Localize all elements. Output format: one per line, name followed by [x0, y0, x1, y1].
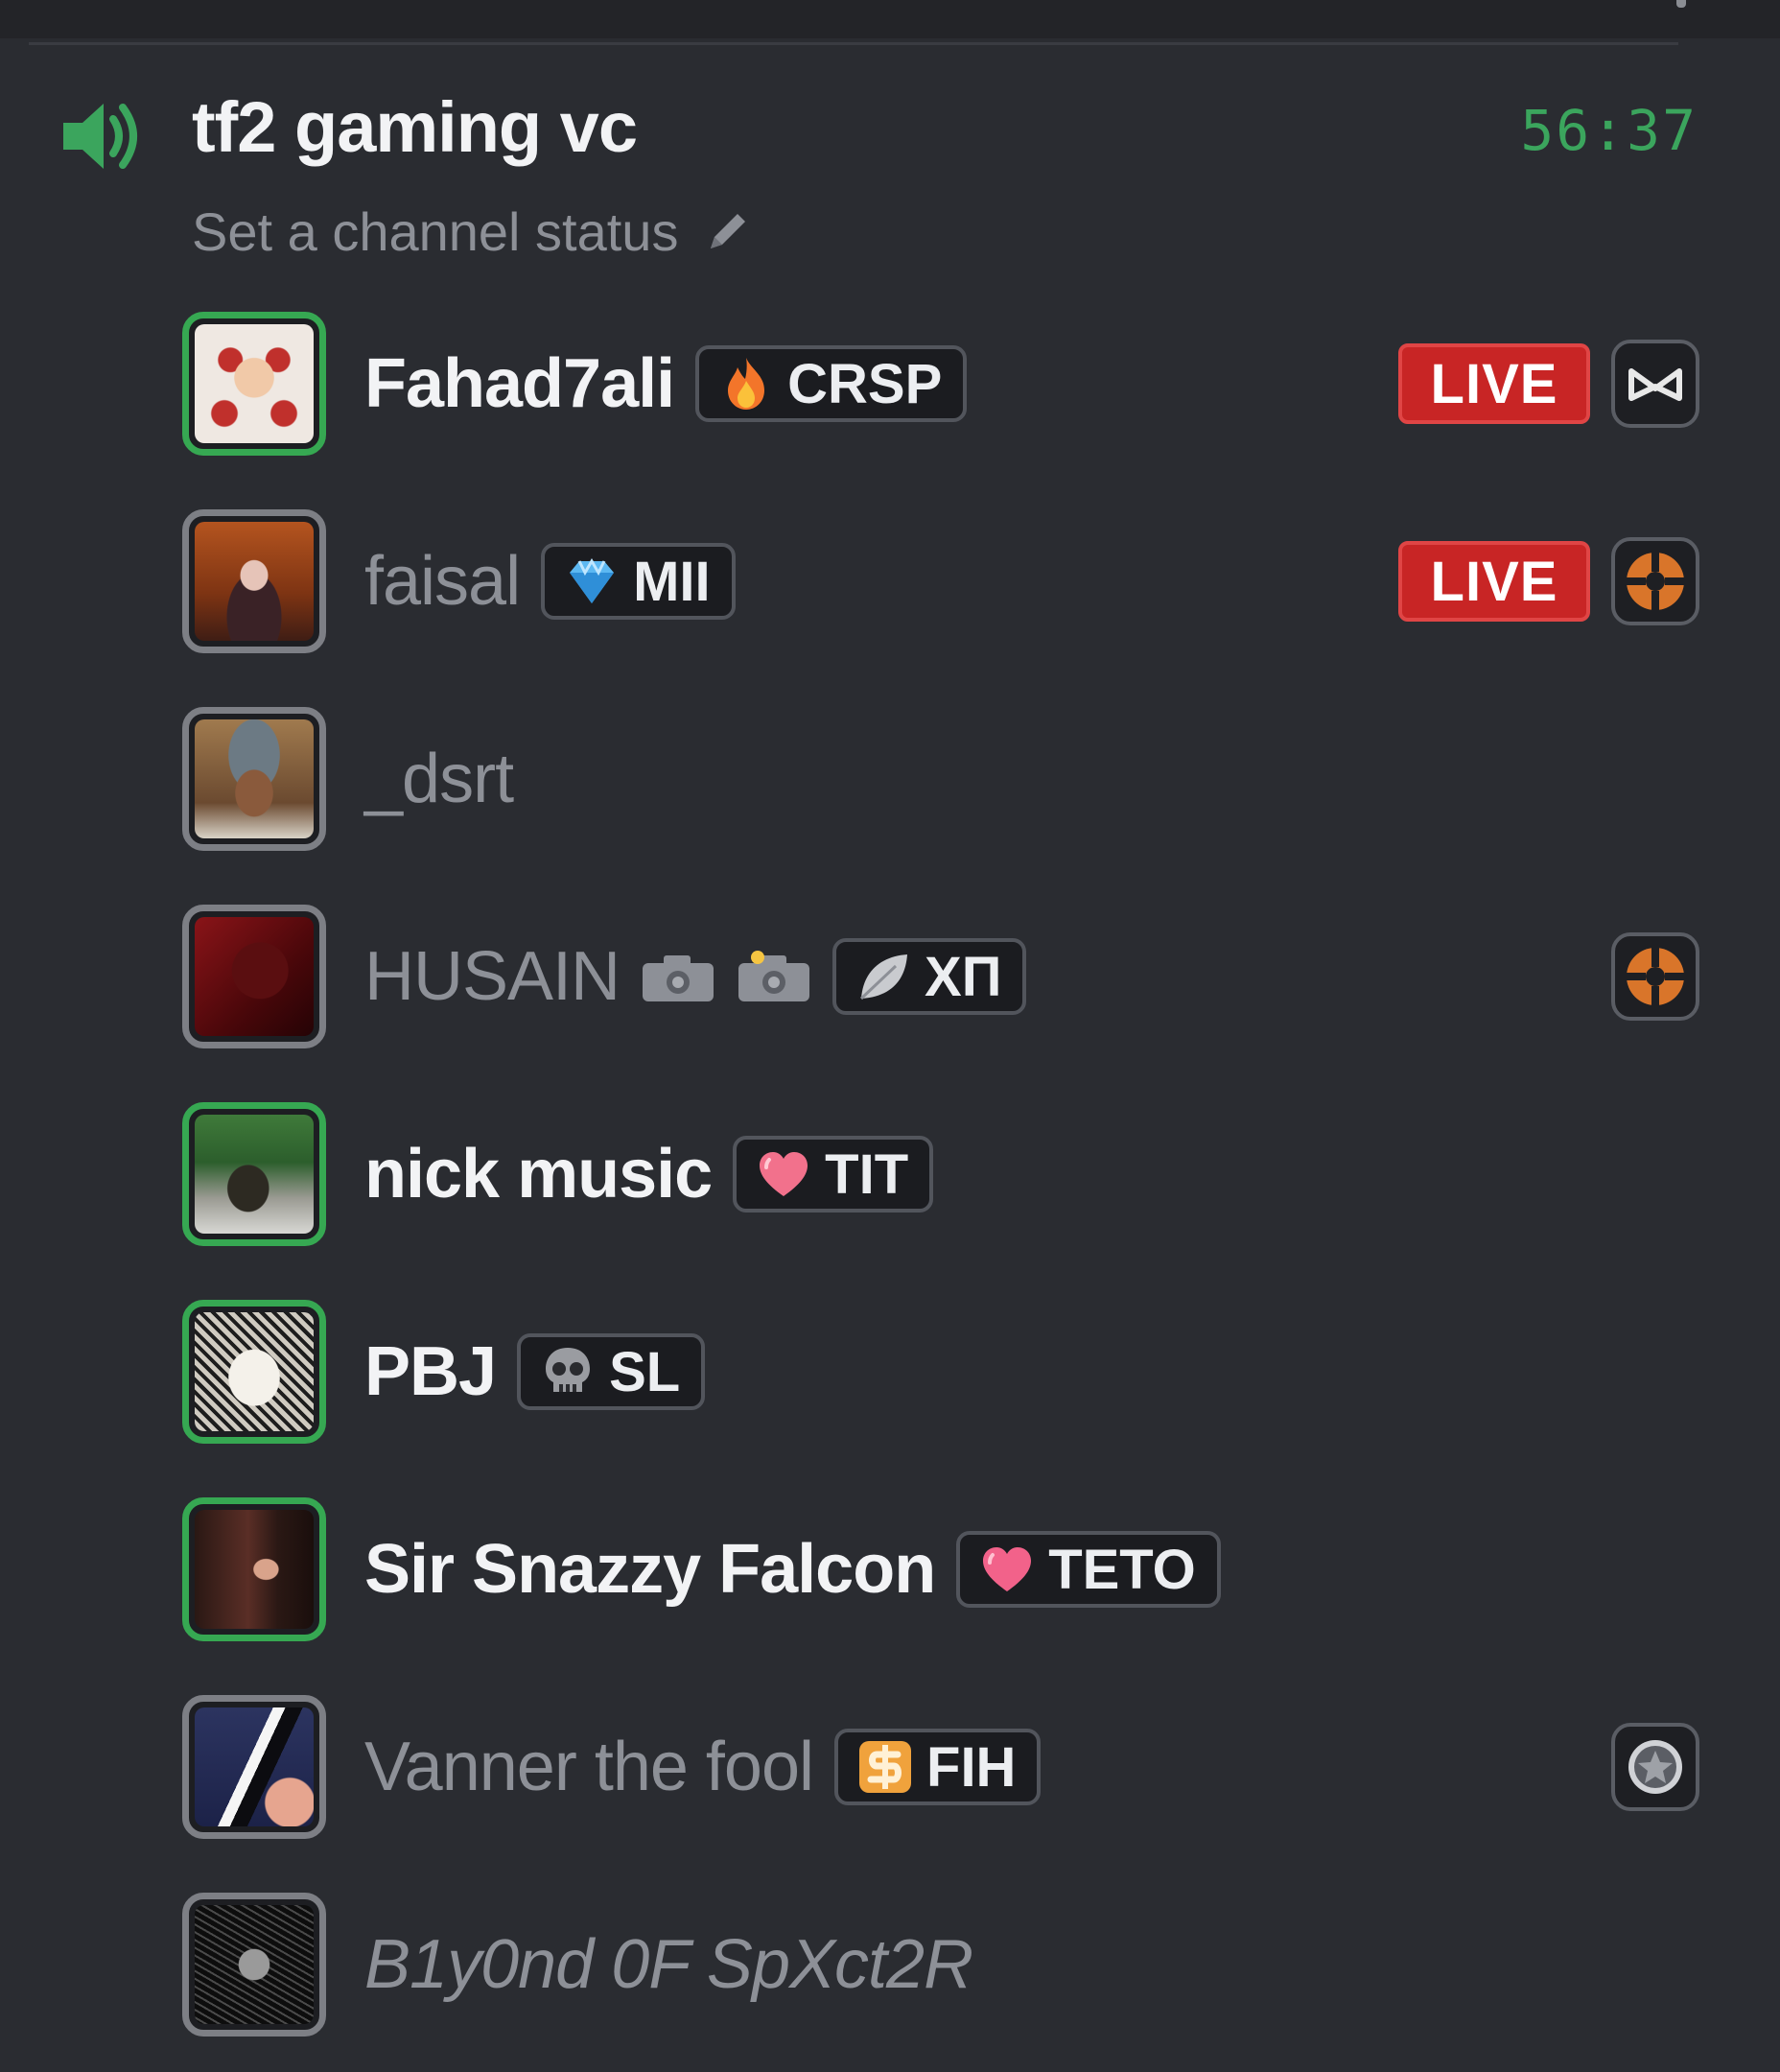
camera-icon [643, 955, 714, 1001]
avatar[interactable] [182, 1695, 326, 1839]
tf2-logo-icon[interactable] [1611, 537, 1699, 625]
voice-member[interactable]: Sir Snazzy Falcon TETO [0, 1493, 1780, 1646]
voice-member[interactable]: Vanner the fool FIH [0, 1690, 1780, 1844]
voice-member[interactable]: HUSAIN XП [0, 900, 1780, 1053]
section-divider [29, 42, 1678, 45]
speaker-active-icon [54, 88, 150, 184]
avatar[interactable] [182, 1102, 326, 1246]
member-name: faisal [364, 543, 521, 620]
skull-icon [546, 1348, 591, 1392]
member-name: HUSAIN [364, 938, 621, 1015]
mask-activity-icon[interactable] [1611, 340, 1699, 428]
guild-tag-label: XП [925, 945, 1002, 1008]
channel-name: tf2 gaming vc [192, 87, 638, 167]
member-name: Sir Snazzy Falcon [364, 1531, 936, 1608]
dollar-icon [859, 1741, 912, 1793]
voice-member[interactable]: nick music TIT [0, 1097, 1780, 1251]
steam-activity-icon[interactable] [1611, 1723, 1699, 1811]
guild-tag-label: TETO [1048, 1538, 1196, 1601]
member-name: PBJ [364, 1333, 497, 1410]
guild-tag[interactable]: SL [517, 1333, 706, 1410]
tf2-logo-icon[interactable] [1611, 932, 1699, 1021]
pencil-icon [701, 204, 755, 258]
member-name: Fahad7ali [364, 345, 675, 422]
leaf-icon [860, 954, 908, 1001]
scroll-indicator [1676, 0, 1686, 8]
camera-icon [738, 951, 810, 1001]
guild-tag[interactable]: FIH [834, 1729, 1042, 1805]
member-name: Vanner the fool [364, 1729, 814, 1805]
heart-icon [983, 1547, 1032, 1591]
avatar[interactable] [182, 1497, 326, 1641]
guild-tag-label: MII [633, 550, 711, 613]
avatar[interactable] [182, 1300, 326, 1444]
voice-member[interactable]: B1y0nd 0F SpXct2R [0, 1888, 1780, 2041]
voice-member[interactable]: PBJ SL [0, 1295, 1780, 1448]
voice-member[interactable]: Fahad7ali CRSP LIVE [0, 307, 1780, 460]
guild-tag[interactable]: XП [832, 938, 1027, 1015]
guild-tag[interactable]: TIT [733, 1136, 934, 1213]
guild-tag-label: TIT [825, 1142, 909, 1206]
guild-tag-label: SL [609, 1340, 681, 1403]
live-badge[interactable]: LIVE [1398, 343, 1590, 424]
avatar[interactable] [182, 312, 326, 456]
guild-tag[interactable]: MII [541, 543, 736, 620]
avatar[interactable] [182, 905, 326, 1048]
heart-icon [760, 1152, 808, 1196]
voice-member[interactable]: _dsrt [0, 702, 1780, 856]
guild-tag-label: FIH [926, 1735, 1017, 1799]
member-name: B1y0nd 0F SpXct2R [364, 1926, 973, 2003]
set-channel-status-button[interactable]: Set a channel status [192, 198, 755, 265]
voice-member[interactable]: faisal MII LIVE [0, 505, 1780, 658]
voice-channel-header[interactable]: tf2 gaming vc 56:37 [0, 77, 1780, 192]
member-name: nick music [364, 1136, 713, 1213]
diamond-icon [570, 558, 615, 603]
guild-tag[interactable]: TETO [956, 1531, 1221, 1608]
avatar[interactable] [182, 707, 326, 851]
window-top-edge [0, 0, 1780, 38]
avatar[interactable] [182, 1893, 326, 2037]
avatar[interactable] [182, 509, 326, 653]
fire-icon [728, 358, 765, 410]
live-badge[interactable]: LIVE [1398, 541, 1590, 622]
channel-status-placeholder: Set a channel status [192, 200, 679, 262]
call-duration-timer: 56:37 [1520, 98, 1698, 163]
guild-tag[interactable]: CRSP [695, 345, 968, 422]
member-name: _dsrt [364, 741, 514, 817]
guild-tag-label: CRSP [787, 352, 943, 415]
